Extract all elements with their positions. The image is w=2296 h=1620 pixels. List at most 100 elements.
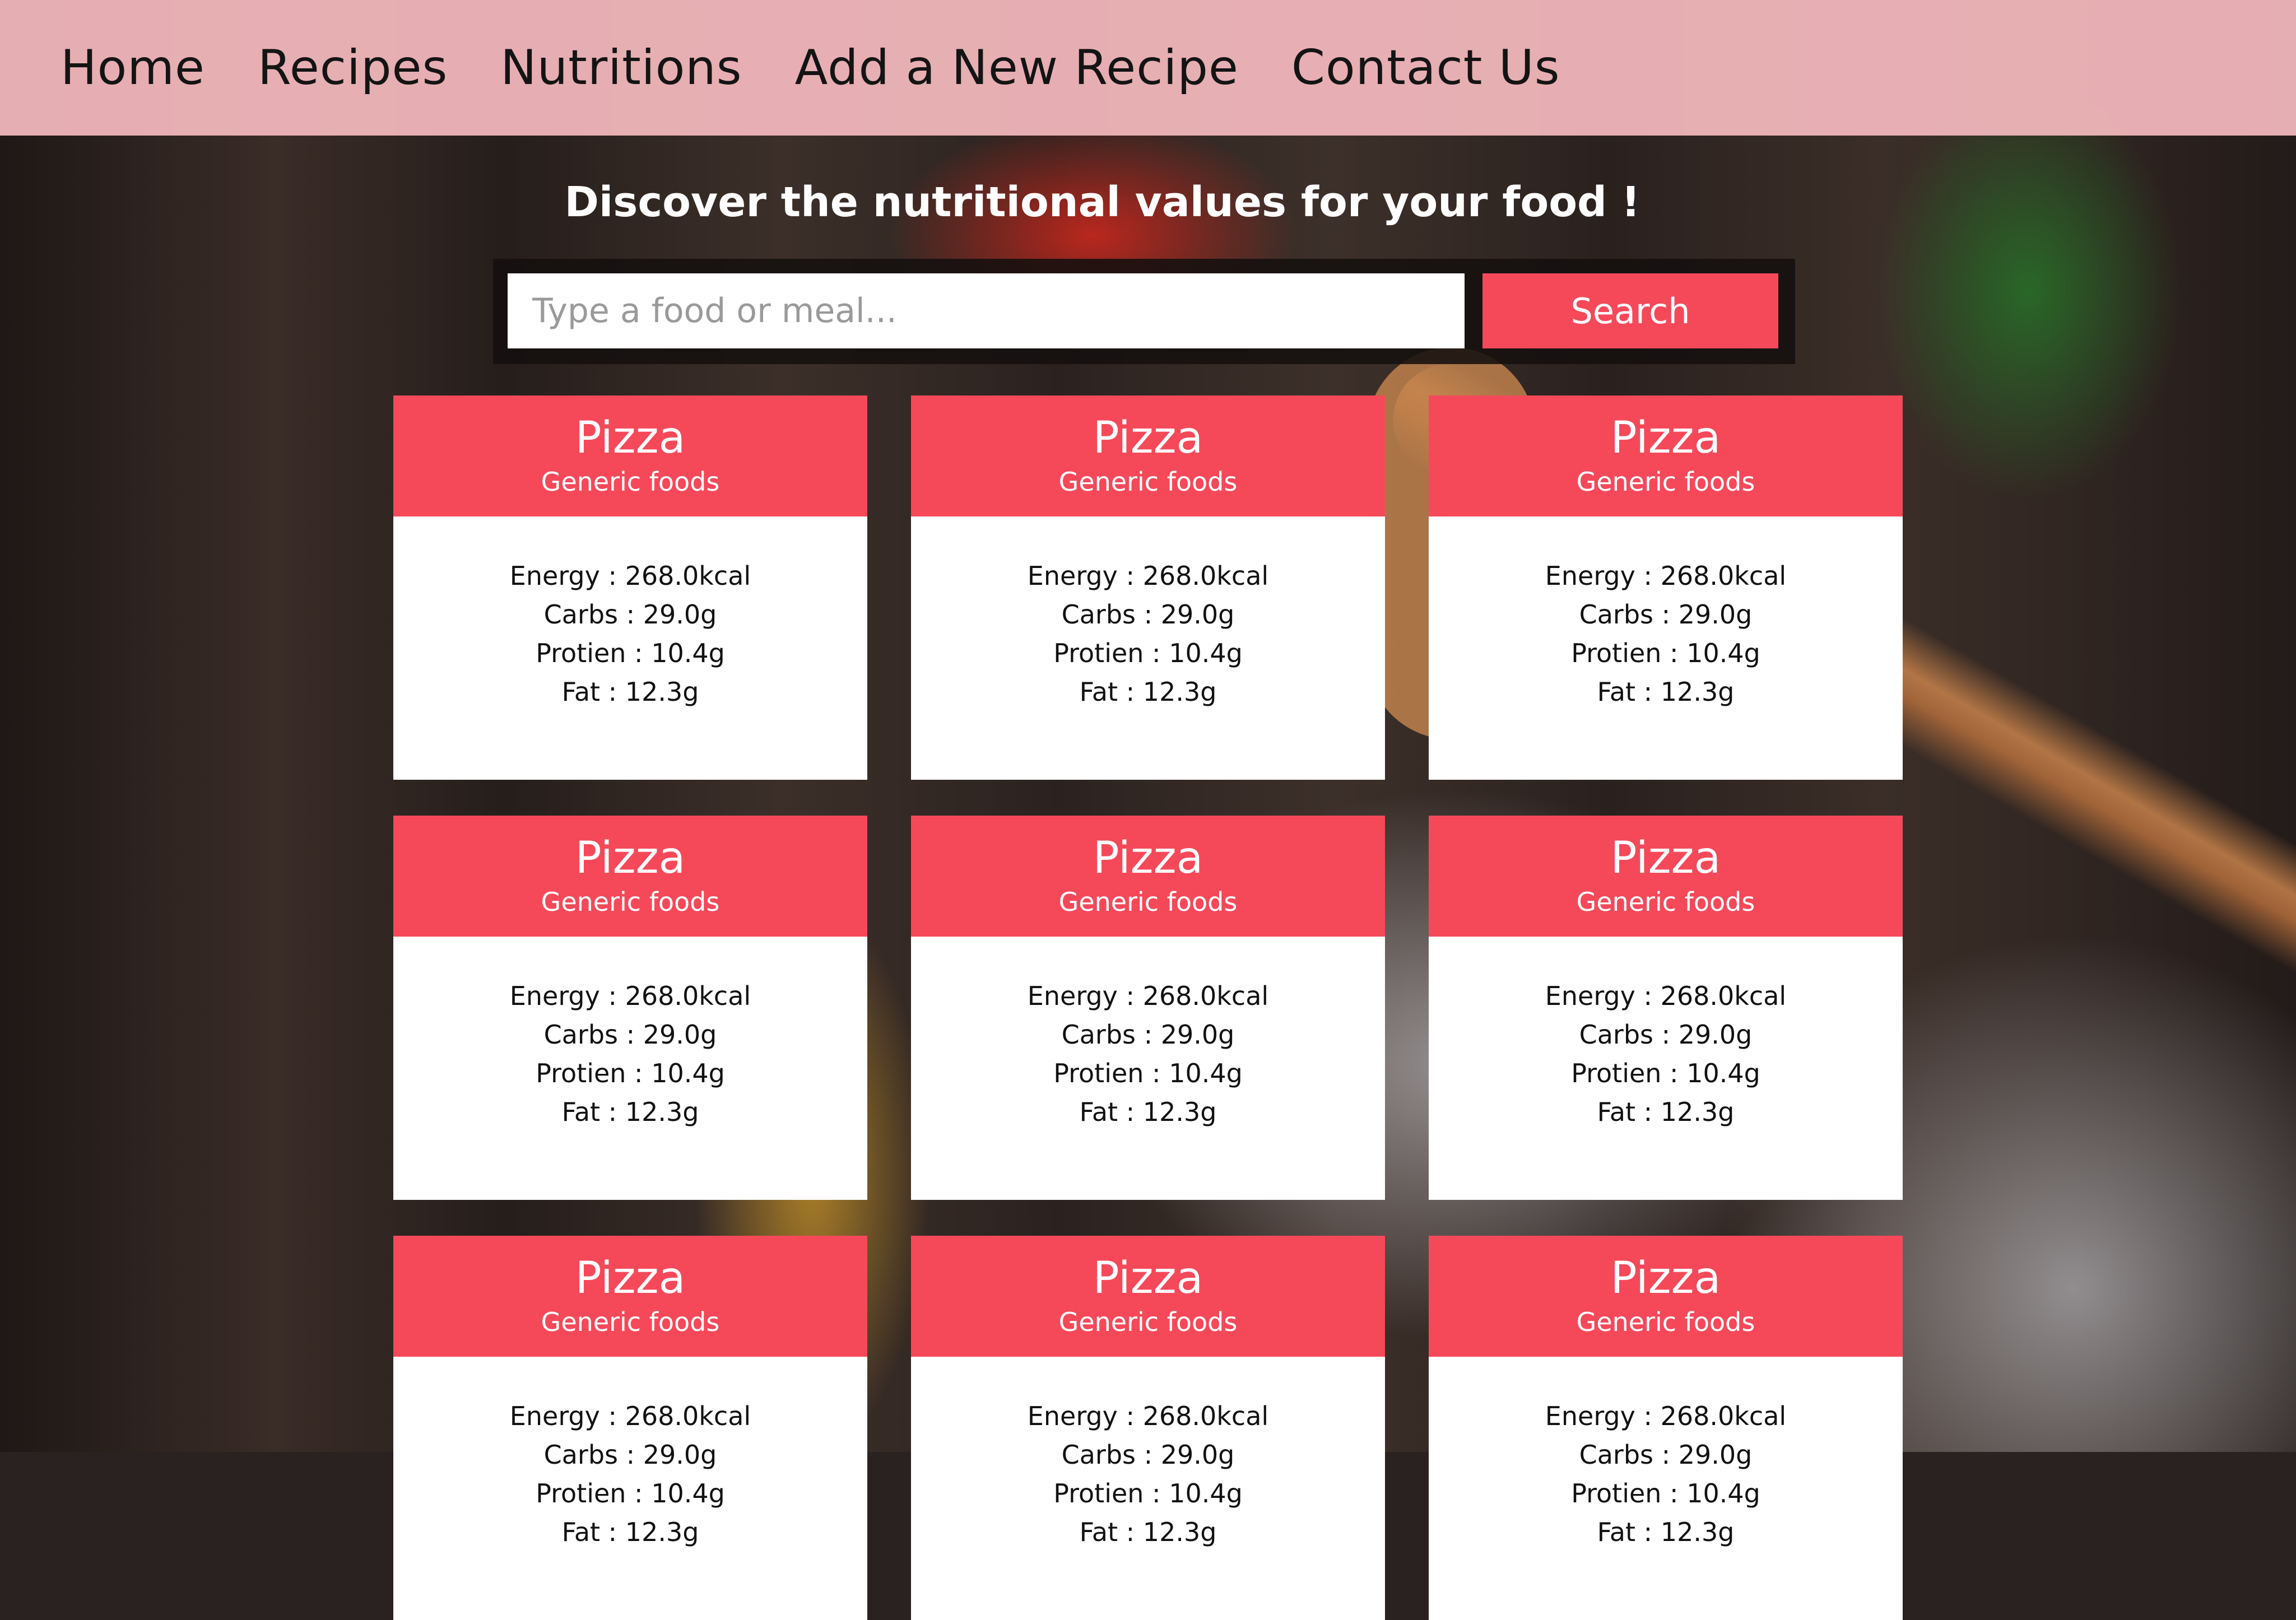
fat-row: Fat : 12.3g xyxy=(393,1513,867,1552)
food-card-title: Pizza xyxy=(1610,833,1721,883)
food-card-nutrients: Energy : 268.0kcal Carbs : 29.0g Protien… xyxy=(1429,516,1903,711)
energy-separator: : xyxy=(1117,561,1143,591)
food-card[interactable]: Pizza Generic foods Energy : 268.0kcal C… xyxy=(393,1236,867,1620)
food-card-header: Pizza Generic foods xyxy=(393,1236,867,1357)
protein-row: Protien : 10.4g xyxy=(393,1474,867,1513)
energy-row: Energy : 268.0kcal xyxy=(393,977,867,1016)
carbs-separator: : xyxy=(1653,599,1679,630)
food-card-header: Pizza Generic foods xyxy=(393,395,867,516)
protein-row: Protien : 10.4g xyxy=(1429,1054,1903,1093)
energy-separator: : xyxy=(1635,561,1661,591)
food-card-nutrients: Energy : 268.0kcal Carbs : 29.0g Protien… xyxy=(393,516,867,711)
energy-separator: : xyxy=(1117,981,1143,1011)
nav-nutritions-link[interactable]: Nutritions xyxy=(500,40,742,96)
search-input[interactable] xyxy=(508,273,1465,348)
food-card[interactable]: Pizza Generic foods Energy : 268.0kcal C… xyxy=(393,395,867,780)
protein-separator: : xyxy=(1661,638,1687,668)
protein-label: Protien xyxy=(1053,1058,1144,1088)
food-card-title: Pizza xyxy=(1610,413,1721,463)
carbs-row: Carbs : 29.0g xyxy=(393,1436,867,1474)
protein-value: 10.4g xyxy=(1686,638,1760,668)
food-card-category: Generic foods xyxy=(1058,1307,1238,1337)
carbs-label: Carbs xyxy=(1061,599,1136,630)
protein-value: 10.4g xyxy=(1686,1478,1760,1509)
fat-separator: : xyxy=(600,677,625,707)
food-card[interactable]: Pizza Generic foods Energy : 268.0kcal C… xyxy=(911,1236,1385,1620)
food-card-header: Pizza Generic foods xyxy=(393,816,867,937)
protein-label: Protien xyxy=(1571,1478,1662,1509)
food-card[interactable]: Pizza Generic foods Energy : 268.0kcal C… xyxy=(911,816,1385,1200)
food-card[interactable]: Pizza Generic foods Energy : 268.0kcal C… xyxy=(393,816,867,1200)
food-card-header: Pizza Generic foods xyxy=(911,816,1385,937)
energy-value: 268.0kcal xyxy=(1660,561,1787,591)
fat-label: Fat xyxy=(1079,677,1118,707)
fat-label: Fat xyxy=(1597,1517,1636,1547)
carbs-separator: : xyxy=(1136,1440,1161,1470)
fat-label: Fat xyxy=(1079,1097,1118,1127)
food-card[interactable]: Pizza Generic foods Energy : 268.0kcal C… xyxy=(1429,395,1903,780)
food-card-nutrients: Energy : 268.0kcal Carbs : 29.0g Protien… xyxy=(911,516,1385,711)
food-card-category: Generic foods xyxy=(541,467,720,497)
page-headline: Discover the nutritional values for your… xyxy=(564,178,1640,226)
protein-label: Protien xyxy=(1053,638,1144,668)
food-card[interactable]: Pizza Generic foods Energy : 268.0kcal C… xyxy=(1429,1236,1903,1620)
carbs-row: Carbs : 29.0g xyxy=(911,1436,1385,1474)
food-card-nutrients: Energy : 268.0kcal Carbs : 29.0g Protien… xyxy=(393,937,867,1132)
food-card[interactable]: Pizza Generic foods Energy : 268.0kcal C… xyxy=(1429,816,1903,1200)
fat-row: Fat : 12.3g xyxy=(1429,1093,1903,1132)
search-button[interactable]: Search xyxy=(1482,273,1778,348)
nav-add-recipe-link[interactable]: Add a New Recipe xyxy=(795,40,1239,96)
fat-row: Fat : 12.3g xyxy=(911,1513,1385,1552)
nav-home-link[interactable]: Home xyxy=(61,40,205,96)
food-card-category: Generic foods xyxy=(1576,1307,1755,1337)
carbs-row: Carbs : 29.0g xyxy=(911,1016,1385,1054)
protein-separator: : xyxy=(1661,1058,1687,1088)
food-card-category: Generic foods xyxy=(1576,467,1755,497)
energy-label: Energy xyxy=(509,561,600,591)
nav-recipes-link[interactable]: Recipes xyxy=(258,40,448,96)
fat-label: Fat xyxy=(1079,1517,1118,1547)
fat-value: 12.3g xyxy=(1142,1097,1217,1127)
energy-label: Energy xyxy=(1027,1401,1118,1431)
protein-label: Protien xyxy=(536,1478,626,1509)
fat-separator: : xyxy=(600,1517,625,1547)
top-navigation: Home Recipes Nutritions Add a New Recipe… xyxy=(0,0,2296,136)
food-card-header: Pizza Generic foods xyxy=(1429,816,1903,937)
protein-separator: : xyxy=(1144,1058,1169,1088)
food-card-header: Pizza Generic foods xyxy=(911,395,1385,516)
energy-label: Energy xyxy=(1027,981,1118,1011)
energy-row: Energy : 268.0kcal xyxy=(911,977,1385,1016)
carbs-separator: : xyxy=(1653,1020,1679,1050)
protein-value: 10.4g xyxy=(651,1058,725,1088)
carbs-value: 29.0g xyxy=(1678,1020,1753,1050)
carbs-row: Carbs : 29.0g xyxy=(393,595,867,634)
energy-label: Energy xyxy=(1027,561,1118,591)
food-card-grid: Pizza Generic foods Energy : 268.0kcal C… xyxy=(393,395,1903,1620)
energy-value: 268.0kcal xyxy=(1142,981,1269,1011)
food-card-category: Generic foods xyxy=(1058,467,1238,497)
energy-separator: : xyxy=(1635,981,1661,1011)
fat-value: 12.3g xyxy=(1142,1517,1217,1547)
energy-row: Energy : 268.0kcal xyxy=(393,557,867,595)
nav-contact-link[interactable]: Contact Us xyxy=(1291,40,1560,96)
food-card-category: Generic foods xyxy=(1058,887,1238,917)
carbs-separator: : xyxy=(1136,599,1161,630)
energy-value: 268.0kcal xyxy=(1660,981,1787,1011)
protein-row: Protien : 10.4g xyxy=(911,1474,1385,1513)
energy-label: Energy xyxy=(509,1401,600,1431)
food-card-title: Pizza xyxy=(1093,413,1203,463)
food-card-header: Pizza Generic foods xyxy=(911,1236,1385,1357)
carbs-separator: : xyxy=(618,1020,643,1050)
protein-row: Protien : 10.4g xyxy=(1429,634,1903,673)
fat-label: Fat xyxy=(561,677,601,707)
protein-separator: : xyxy=(626,1058,652,1088)
carbs-label: Carbs xyxy=(1061,1020,1136,1050)
fat-row: Fat : 12.3g xyxy=(393,1093,867,1132)
protein-value: 10.4g xyxy=(651,1478,725,1509)
carbs-value: 29.0g xyxy=(1160,1440,1235,1470)
carbs-separator: : xyxy=(1653,1440,1679,1470)
food-card[interactable]: Pizza Generic foods Energy : 268.0kcal C… xyxy=(911,395,1385,780)
fat-row: Fat : 12.3g xyxy=(393,673,867,711)
fat-label: Fat xyxy=(1597,1097,1636,1127)
fat-label: Fat xyxy=(561,1517,601,1547)
